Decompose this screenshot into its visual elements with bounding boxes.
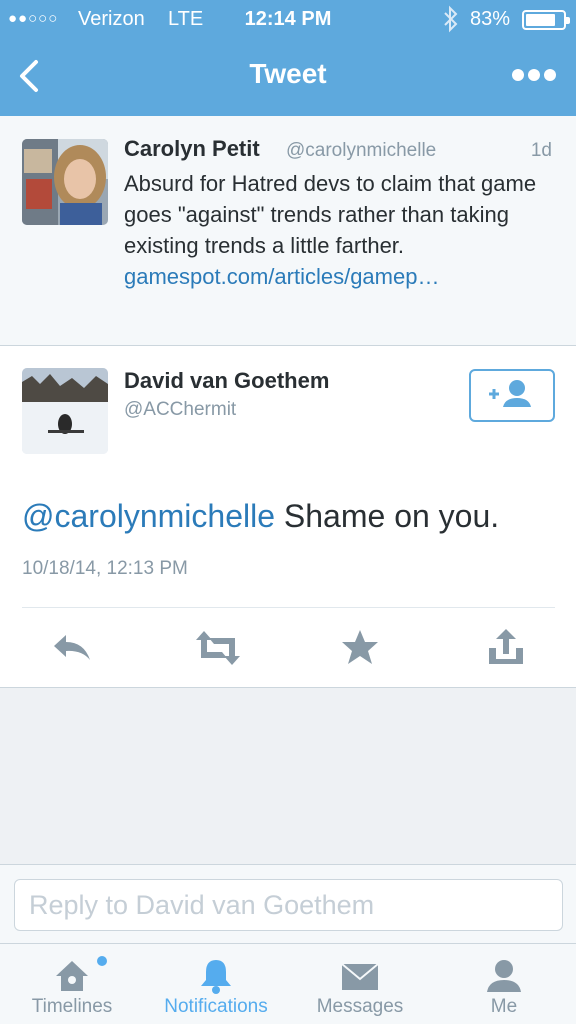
tab-timelines[interactable]: Timelines (0, 944, 144, 1024)
parent-tweet-body: Absurd for Hatred devs to claim that gam… (124, 171, 537, 258)
avatar[interactable] (22, 368, 108, 454)
tweet-body: Shame on you. (275, 498, 500, 534)
divider (22, 607, 555, 608)
favorite-button[interactable] (338, 626, 382, 670)
reply-input[interactable] (14, 879, 563, 931)
author-name[interactable]: David van Goethem (124, 368, 329, 394)
parent-tweet-text: Absurd for Hatred devs to claim that gam… (124, 168, 554, 292)
tab-label: Me (490, 996, 518, 1017)
envelope-icon (341, 963, 379, 990)
article-link[interactable]: gamespot.com/articles/gamep… (124, 264, 439, 289)
mention-link[interactable]: @carolynmichelle (22, 498, 275, 534)
bell-icon (201, 960, 231, 994)
author-handle: @ACChermit (124, 399, 237, 420)
parent-author-handle: @carolynmichelle (286, 140, 437, 161)
reply-button[interactable] (50, 626, 94, 670)
retweet-icon (196, 631, 240, 665)
more-button[interactable] (512, 68, 556, 82)
person-icon (487, 960, 521, 992)
battery-icon (522, 10, 570, 30)
more-dots-icon (512, 69, 556, 81)
tab-messages[interactable]: Messages (288, 944, 432, 1024)
tab-label: Notifications (164, 996, 268, 1017)
avatar[interactable] (22, 139, 108, 225)
follow-button[interactable] (469, 369, 555, 422)
tab-me[interactable]: Me (432, 944, 576, 1024)
tweet-date: 10/18/14, 12:13 PM (22, 558, 188, 579)
battery-level (526, 14, 556, 26)
tab-notifications[interactable]: Notifications (144, 944, 288, 1024)
page-title: Tweet (249, 58, 327, 89)
home-icon (56, 961, 88, 991)
battery-percent: 83% (470, 8, 511, 30)
tweet-text: @carolynmichelle Shame on you. (22, 498, 499, 535)
top-header: ●●○○○ Verizon LTE 12:14 PM 83% Tweet (0, 0, 576, 116)
retweet-button[interactable] (194, 626, 240, 670)
follow-user-icon (489, 380, 531, 407)
bluetooth-icon (442, 5, 460, 39)
share-button[interactable] (484, 626, 528, 670)
tab-label: Messages (316, 996, 404, 1017)
favorite-star-icon (342, 630, 378, 664)
reply-icon (54, 635, 90, 660)
parent-author-name[interactable]: Carolyn Petit (124, 136, 260, 162)
share-icon (489, 629, 523, 664)
tab-label: Timelines (31, 996, 113, 1017)
unread-dot (97, 956, 107, 966)
parent-timestamp: 1d (530, 140, 552, 161)
status-bar: ●●○○○ Verizon LTE 12:14 PM 83% (0, 0, 576, 38)
